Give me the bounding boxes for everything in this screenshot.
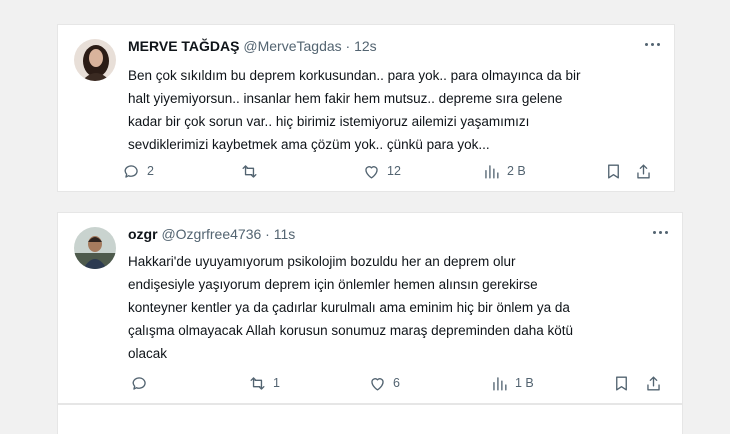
tweet-card[interactable]: ozgr @Ozgrfree4736 · 11s Hakkari'de uyuy… — [57, 212, 683, 404]
tweet-text: Hakkari'de uyuyamıyorum psikolojim bozul… — [128, 250, 668, 365]
heart-icon — [365, 165, 378, 179]
tweet-text-line: konteyner kentler ya da çadırlar kurulma… — [128, 300, 570, 315]
tweet-text: Ben çok sıkıldım bu deprem korkusundan..… — [128, 64, 660, 156]
timestamp[interactable]: 12s — [354, 38, 377, 54]
separator: · — [265, 226, 270, 242]
bookmark-icon — [608, 163, 619, 179]
views-button[interactable]: 2 B — [482, 160, 526, 182]
tweet-header: ozgr @Ozgrfree4736 · 11s — [128, 226, 670, 246]
views-chart-icon — [485, 164, 499, 179]
avatar-image — [74, 39, 116, 81]
tweet-text-line: çalışma olmayacak Allah korusun sonumuz … — [128, 323, 573, 338]
tweet-text-line: olacak — [128, 346, 168, 361]
view-count: 2 B — [507, 164, 526, 178]
share-icon — [647, 375, 660, 391]
more-icon[interactable] — [640, 35, 664, 53]
reply-icon — [132, 376, 146, 390]
retweet-icon — [250, 376, 265, 390]
avatar-image — [74, 227, 116, 269]
display-name[interactable]: ozgr — [128, 226, 158, 242]
tweet-actions: 1 6 1 B — [122, 372, 662, 394]
retweet-icon — [242, 164, 257, 178]
bookmark-button[interactable] — [612, 372, 631, 394]
tweet-text-line: Hakkari'de uyuyamıyorum psikolojim bozul… — [128, 254, 516, 269]
retweet-button[interactable] — [240, 160, 265, 182]
tweet-text-line: halt yiyemiyorsun.. insanlar hem fakir h… — [128, 91, 563, 106]
user-handle[interactable]: @MerveTagdas — [243, 38, 341, 54]
reply-count: 2 — [147, 164, 154, 178]
tweet-card[interactable]: MERVE TAĞDAŞ @MerveTagdas · 12s Ben çok … — [57, 24, 675, 192]
avatar[interactable] — [74, 227, 116, 269]
tweet-header: MERVE TAĞDAŞ @MerveTagdas · 12s — [128, 38, 662, 58]
tweet-text-line: endişesiyle yaşıyorum deprem için önleml… — [128, 277, 538, 292]
reply-button[interactable]: 2 — [122, 160, 154, 182]
tweet-card-partial[interactable] — [57, 404, 683, 434]
bookmark-icon — [616, 375, 627, 391]
like-button[interactable]: 6 — [368, 372, 400, 394]
view-count: 1 B — [515, 376, 534, 390]
views-button[interactable]: 1 B — [490, 372, 534, 394]
like-count: 6 — [393, 376, 400, 390]
retweet-button[interactable]: 1 — [248, 372, 280, 394]
bookmark-button[interactable] — [604, 160, 623, 182]
separator: · — [345, 38, 351, 54]
like-button[interactable]: 12 — [362, 160, 401, 182]
reply-button[interactable] — [130, 372, 155, 394]
more-icon[interactable] — [648, 223, 672, 241]
timestamp[interactable]: 11s — [274, 226, 296, 242]
share-button[interactable] — [644, 372, 663, 394]
tweet-text-line: kadar bir çok sorun var.. hiç birimiz is… — [128, 114, 530, 129]
display-name[interactable]: MERVE TAĞDAŞ — [128, 38, 240, 54]
tweet-text-line: sevdiklerimizi kaybetmek ama çözüm yok..… — [128, 137, 490, 152]
like-count: 12 — [387, 164, 401, 178]
views-chart-icon — [493, 376, 507, 391]
user-handle[interactable]: @Ozgrfree4736 — [161, 226, 261, 242]
tweet-actions: 2 12 2 B — [122, 160, 654, 182]
share-button[interactable] — [634, 160, 653, 182]
tweet-text-line: Ben çok sıkıldım bu deprem korkusundan..… — [128, 68, 581, 83]
heart-icon — [371, 377, 384, 391]
reply-icon — [124, 164, 138, 178]
retweet-count: 1 — [273, 376, 280, 390]
avatar[interactable] — [74, 39, 116, 81]
share-icon — [637, 163, 650, 179]
